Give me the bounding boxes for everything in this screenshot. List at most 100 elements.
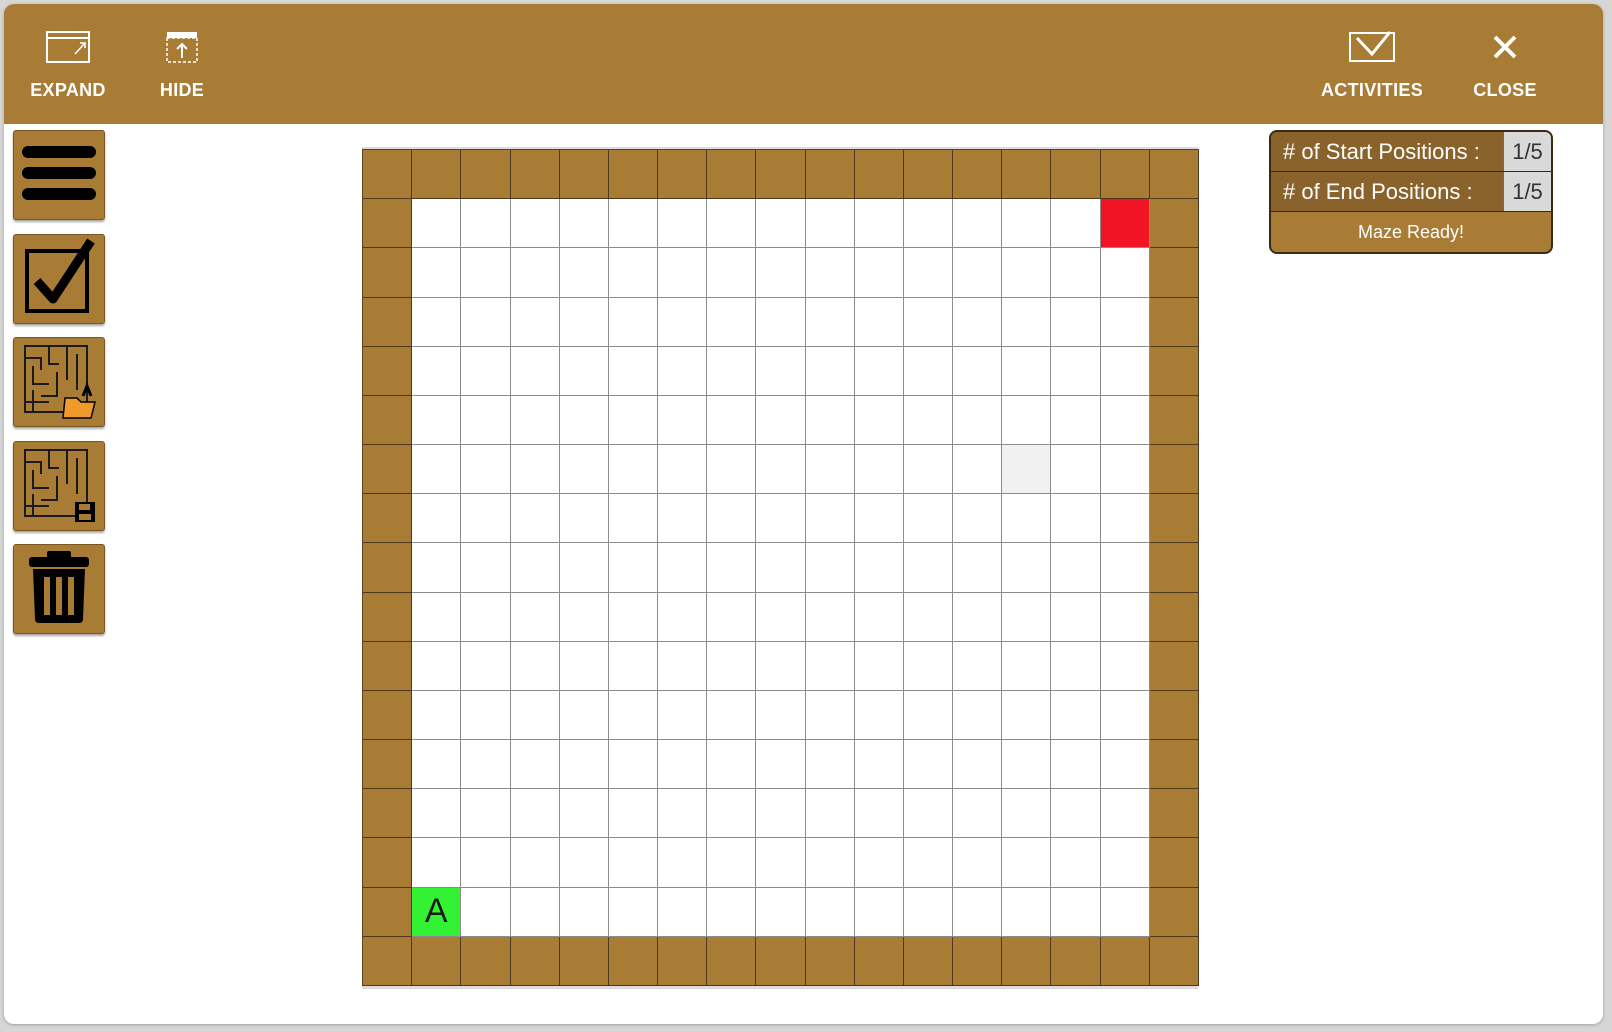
maze-empty-cell[interactable]: [1100, 543, 1150, 593]
maze-empty-cell[interactable]: [903, 690, 954, 741]
maze-wall-cell[interactable]: [1051, 936, 1101, 986]
maze-wall-cell[interactable]: [559, 936, 609, 986]
maze-wall-cell[interactable]: [510, 936, 560, 986]
maze-empty-cell[interactable]: [707, 543, 757, 593]
delete-maze-button[interactable]: [13, 544, 105, 634]
maze-empty-cell[interactable]: [707, 199, 757, 249]
maze-wall-cell[interactable]: [1100, 150, 1150, 200]
maze-empty-cell[interactable]: [707, 445, 757, 495]
maze-empty-cell[interactable]: [953, 494, 1003, 544]
maze-empty-cell[interactable]: [1002, 838, 1052, 888]
maze-empty-cell[interactable]: [608, 592, 659, 642]
maze-empty-cell[interactable]: [756, 395, 806, 446]
maze-empty-cell[interactable]: [559, 346, 609, 396]
maze-empty-cell[interactable]: [953, 248, 1003, 298]
maze-empty-cell[interactable]: [461, 740, 511, 790]
maze-empty-cell[interactable]: [805, 395, 855, 446]
maze-empty-cell[interactable]: [1002, 543, 1052, 593]
maze-wall-cell[interactable]: [707, 936, 757, 986]
maze-empty-cell[interactable]: [805, 887, 855, 937]
maze-empty-cell[interactable]: [461, 789, 511, 839]
maze-empty-cell[interactable]: [854, 641, 904, 691]
maze-empty-cell[interactable]: [1100, 297, 1150, 347]
maze-wall-cell[interactable]: [608, 936, 659, 986]
maze-wall-cell[interactable]: [363, 838, 413, 888]
maze-wall-cell[interactable]: [707, 150, 757, 200]
maze-empty-cell[interactable]: [953, 641, 1003, 691]
maze-empty-cell[interactable]: [412, 740, 462, 790]
maze-empty-cell[interactable]: [1100, 592, 1150, 642]
maze-wall-cell[interactable]: [1149, 543, 1199, 593]
maze-empty-cell[interactable]: [412, 543, 462, 593]
maze-empty-cell[interactable]: [1100, 838, 1150, 888]
maze-wall-cell[interactable]: [1002, 936, 1052, 986]
maze-wall-cell[interactable]: [1149, 297, 1199, 347]
maze-empty-cell[interactable]: [461, 690, 511, 741]
maze-empty-cell[interactable]: [903, 395, 954, 446]
maze-empty-cell[interactable]: [756, 592, 806, 642]
maze-empty-cell[interactable]: [805, 641, 855, 691]
maze-empty-cell[interactable]: [510, 592, 560, 642]
maze-empty-cell[interactable]: [510, 887, 560, 937]
maze-empty-cell[interactable]: [903, 297, 954, 347]
maze-empty-cell[interactable]: [1051, 887, 1101, 937]
maze-empty-cell[interactable]: [805, 690, 855, 741]
maze-wall-cell[interactable]: [805, 150, 855, 200]
maze-empty-cell[interactable]: [461, 641, 511, 691]
maze-empty-cell[interactable]: [1100, 494, 1150, 544]
maze-empty-cell[interactable]: [559, 838, 609, 888]
maze-wall-cell[interactable]: [1002, 150, 1052, 200]
maze-wall-cell[interactable]: [854, 936, 904, 986]
maze-empty-cell[interactable]: [1100, 789, 1150, 839]
maze-empty-cell[interactable]: [903, 887, 954, 937]
maze-empty-cell[interactable]: [658, 838, 708, 888]
maze-wall-cell[interactable]: [1149, 887, 1199, 937]
maze-empty-cell[interactable]: [1002, 740, 1052, 790]
maze-empty-cell[interactable]: [461, 543, 511, 593]
maze-empty-cell[interactable]: [953, 346, 1003, 396]
maze-empty-cell[interactable]: [510, 297, 560, 347]
maze-empty-cell[interactable]: [412, 789, 462, 839]
maze-wall-cell[interactable]: [559, 150, 609, 200]
maze-empty-cell[interactable]: [707, 789, 757, 839]
maze-empty-cell[interactable]: [412, 838, 462, 888]
maze-empty-cell[interactable]: [559, 297, 609, 347]
maze-empty-cell[interactable]: [1051, 297, 1101, 347]
maze-empty-cell[interactable]: [461, 838, 511, 888]
maze-empty-cell[interactable]: [461, 887, 511, 937]
maze-empty-cell[interactable]: [510, 346, 560, 396]
maze-empty-cell[interactable]: [805, 543, 855, 593]
maze-empty-cell[interactable]: [1002, 887, 1052, 937]
close-button[interactable]: CLOSE: [1473, 26, 1536, 116]
maze-empty-cell[interactable]: [1051, 543, 1101, 593]
maze-wall-cell[interactable]: [1149, 789, 1199, 839]
maze-wall-cell[interactable]: [412, 150, 462, 200]
maze-empty-cell[interactable]: [707, 395, 757, 446]
maze-hover-cell[interactable]: [1002, 445, 1052, 495]
maze-empty-cell[interactable]: [805, 740, 855, 790]
maze-empty-cell[interactable]: [1100, 346, 1150, 396]
maze-empty-cell[interactable]: [658, 395, 708, 446]
maze-wall-cell[interactable]: [510, 150, 560, 200]
menu-button[interactable]: [13, 130, 105, 220]
maze-empty-cell[interactable]: [608, 199, 659, 249]
maze-empty-cell[interactable]: [1051, 494, 1101, 544]
maze-empty-cell[interactable]: [707, 887, 757, 937]
maze-empty-cell[interactable]: [1051, 740, 1101, 790]
maze-empty-cell[interactable]: [854, 789, 904, 839]
maze-empty-cell[interactable]: [1051, 592, 1101, 642]
maze-empty-cell[interactable]: [510, 641, 560, 691]
maze-wall-cell[interactable]: [363, 740, 413, 790]
maze-empty-cell[interactable]: [1002, 346, 1052, 396]
maze-empty-cell[interactable]: [1002, 592, 1052, 642]
maze-empty-cell[interactable]: [608, 395, 659, 446]
maze-empty-cell[interactable]: [805, 199, 855, 249]
maze-empty-cell[interactable]: [854, 838, 904, 888]
maze-empty-cell[interactable]: [1002, 690, 1052, 741]
maze-wall-cell[interactable]: [363, 690, 413, 741]
maze-empty-cell[interactable]: [805, 248, 855, 298]
maze-empty-cell[interactable]: [756, 494, 806, 544]
maze-wall-cell[interactable]: [363, 789, 413, 839]
maze-empty-cell[interactable]: [658, 789, 708, 839]
maze-empty-cell[interactable]: [510, 543, 560, 593]
